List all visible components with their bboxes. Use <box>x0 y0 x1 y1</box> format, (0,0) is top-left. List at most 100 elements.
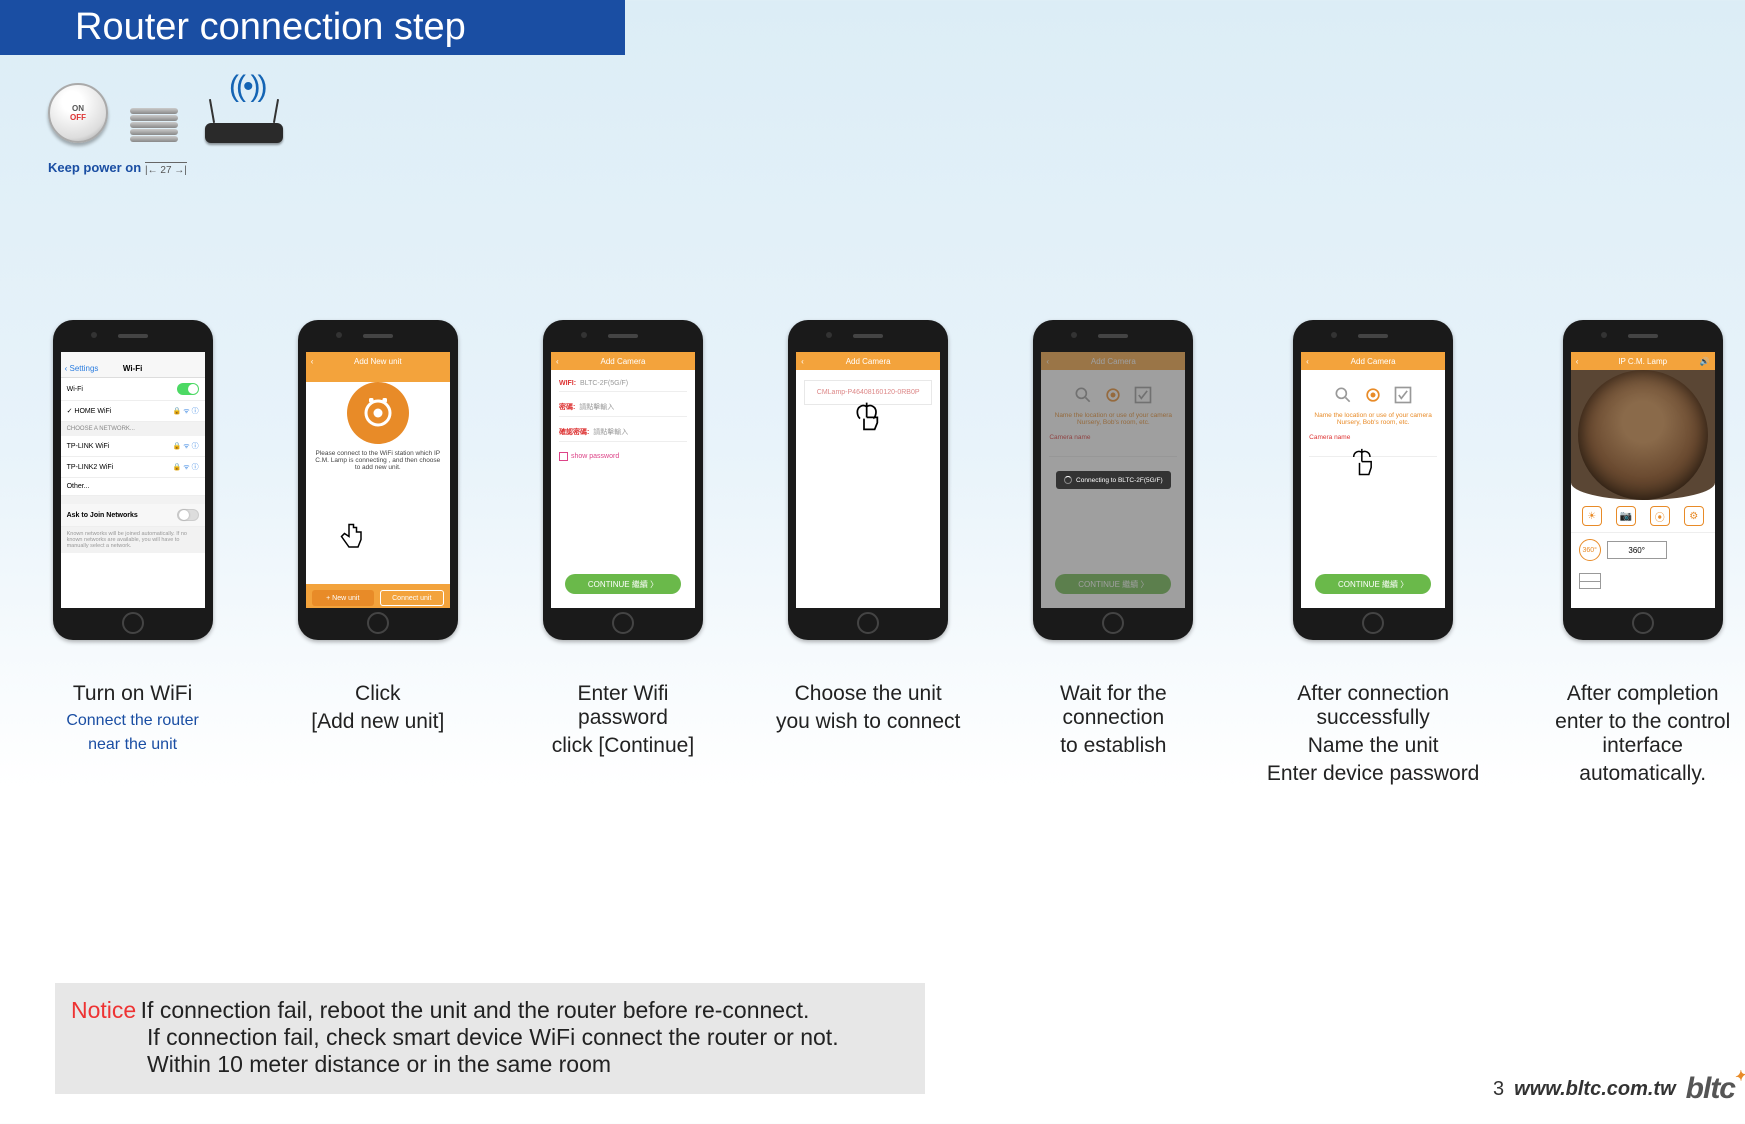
power-switch-icon: ON OFF <box>48 83 108 143</box>
camera-video-view[interactable] <box>1571 370 1715 500</box>
brightness-button[interactable]: ☀ <box>1582 506 1602 526</box>
step-7: ‹IP C.M. Lamp🔊 ☀ 📷 ⦿ ⚙ 360° 360° A <box>1540 320 1745 786</box>
step-3: ‹Add Camera WIFI: BLTC-2F(5G/F) 密碼: 請點擊輸… <box>530 320 715 786</box>
notice-line-2: If connection fail, check smart device W… <box>147 1024 909 1051</box>
step3-caption-2: click [Continue] <box>530 734 715 758</box>
keep-power-label: Keep power on <box>48 160 141 175</box>
bulb-socket-icon <box>126 88 181 143</box>
camera-graphic-icon <box>347 382 409 444</box>
step6-caption-1: After connection successfully <box>1266 682 1480 730</box>
password-field[interactable]: 密碼: 請點擊輸入 <box>551 392 695 416</box>
screen-wifi-settings: ‹ Settings Wi-Fi Wi-Fi ✓ HOME WiFi 🔒 ᯤ ⓘ… <box>61 352 205 608</box>
step4-caption-1: Choose the unit <box>776 682 960 706</box>
screen-wifi-password: ‹Add Camera WIFI: BLTC-2F(5G/F) 密碼: 請點擊輸… <box>551 352 695 608</box>
record-button[interactable]: ⦿ <box>1650 506 1670 526</box>
wifi-option-2[interactable]: TP-LINK2 WiFi🔒 ᯤ ⓘ <box>61 457 205 478</box>
step7-caption-2: enter to the control interface <box>1540 710 1745 758</box>
tap-hand-icon <box>1349 445 1377 483</box>
screen-choose-unit: ‹Add Camera CMLamp-P46408160120-0RB0P <box>796 352 940 608</box>
wifi-name-value: BLTC-2F(5G/F) <box>580 380 628 387</box>
screen-control-interface: ‹ IP C.M. Lamp 🔊 ☀ 📷 ⦿ ⚙ 360° 360° <box>1571 352 1715 608</box>
brand-logo: bltc✦ <box>1686 1072 1735 1106</box>
screen-name-unit: ‹ Add Camera Name the location or use of … <box>1301 352 1445 608</box>
step7-caption-1: After completion <box>1540 682 1745 706</box>
on-label: ON <box>72 104 84 113</box>
footer-url: www.bltc.com.tw <box>1514 1078 1676 1101</box>
wifi-option-1[interactable]: TP-LINK WiFi🔒 ᯤ ⓘ <box>61 436 205 457</box>
step-4: ‹Add Camera CMLamp-P46408160120-0RB0P Ch… <box>776 320 961 786</box>
camera-name-label: Camera name <box>1301 426 1445 443</box>
tap-hand-icon <box>334 520 370 556</box>
spinner-icon <box>1064 476 1072 484</box>
notice-box: Notice If connection fail, reboot the un… <box>55 983 925 1094</box>
step1-caption-2: Connect the router <box>66 712 199 730</box>
step2-caption-2: [Add new unit] <box>311 710 444 734</box>
step5-caption-1: Wait for the connection <box>1021 682 1206 730</box>
screen-title: Add Camera <box>601 357 646 366</box>
confirm-password-field[interactable]: 確認密碼: 請點擊輸入 <box>551 417 695 441</box>
step6-caption-3: Enter device password <box>1266 762 1480 786</box>
wifi-other[interactable]: Other... <box>61 478 205 496</box>
back-link[interactable]: ‹ Settings <box>65 364 99 373</box>
ask-join-toggle[interactable] <box>177 509 199 521</box>
wifi-connected-row[interactable]: ✓ HOME WiFi 🔒 ᯤ ⓘ <box>61 401 205 422</box>
continue-button[interactable]: CONTINUE 繼續 〉 <box>1315 574 1431 594</box>
camera-name-input[interactable] <box>1309 443 1437 457</box>
screen-title: IP C.M. Lamp <box>1618 357 1667 366</box>
unit-option[interactable]: CMLamp-P46408160120-0RB0P <box>804 380 932 405</box>
page-title-bar: Router connection step <box>0 0 625 55</box>
cam-icon <box>1362 384 1384 406</box>
socket-dimension: |← 27 →| <box>145 162 187 176</box>
snapshot-button[interactable]: 📷 <box>1616 506 1636 526</box>
back-icon[interactable]: ‹ <box>1306 357 1309 366</box>
screen-title: Add Camera <box>1351 357 1396 366</box>
page-footer: 3 www.bltc.com.tw bltc✦ <box>1493 1072 1735 1106</box>
steps-row: ‹ Settings Wi-Fi Wi-Fi ✓ HOME WiFi 🔒 ᯤ ⓘ… <box>40 320 1745 786</box>
wifi-toggle[interactable] <box>177 383 199 395</box>
step1-caption-3: near the unit <box>66 736 199 754</box>
notice-label: Notice <box>71 997 136 1023</box>
check-icon <box>1392 384 1414 406</box>
step2-caption-1: Click <box>311 682 444 706</box>
settings-button[interactable]: ⚙ <box>1684 506 1704 526</box>
back-icon[interactable]: ‹ <box>556 357 559 366</box>
notice-line-1: If connection fail, reboot the unit and … <box>141 997 810 1023</box>
name-hint: Name the location or use of your camera … <box>1301 412 1445 426</box>
ask-join-note: Known networks will be joined automatica… <box>61 527 205 553</box>
tap-hand-icon <box>852 399 884 441</box>
step5-caption-2: to establish <box>1021 734 1206 758</box>
step3-caption-1: Enter Wifi password <box>530 682 715 730</box>
choose-network-label: CHOOSE A NETWORK... <box>61 422 205 436</box>
view-360-label[interactable]: 360° <box>1607 541 1667 559</box>
step4-caption-2: you wish to connect <box>776 710 960 734</box>
nav-title: Wi-Fi <box>123 364 142 373</box>
speaker-icon[interactable]: 🔊 <box>1700 357 1710 366</box>
step7-caption-3: automatically. <box>1540 762 1745 786</box>
back-icon[interactable]: ‹ <box>311 357 314 366</box>
ask-join-label: Ask to Join Networks <box>67 512 138 519</box>
back-icon[interactable]: ‹ <box>801 357 804 366</box>
screen-connecting: ‹Add Camera Name the location or use of … <box>1041 352 1185 608</box>
off-label: OFF <box>70 113 86 122</box>
split-view-icon[interactable] <box>1579 573 1601 589</box>
step-6: ‹ Add Camera Name the location or use of … <box>1266 320 1480 786</box>
show-password-checkbox[interactable]: show password <box>559 452 687 461</box>
screen-add-unit: ‹Add New unit Please connect to the WiFi… <box>306 352 450 608</box>
wifi-toggle-label: Wi-Fi <box>67 386 83 393</box>
back-icon[interactable]: ‹ <box>1576 357 1579 366</box>
connect-unit-button[interactable]: Connect unit <box>380 590 444 606</box>
wifi-waves-icon: ((•)) <box>229 70 264 104</box>
step-5: ‹Add Camera Name the location or use of … <box>1021 320 1206 786</box>
view-360-icon[interactable]: 360° <box>1579 539 1601 561</box>
step1-caption-1: Turn on WiFi <box>66 682 199 706</box>
continue-button[interactable]: CONTINUE 繼續 〉 <box>565 574 681 594</box>
notice-line-3: Within 10 meter distance or in the same … <box>147 1051 909 1078</box>
new-unit-button[interactable]: + New unit <box>312 590 374 606</box>
connecting-status: Connecting to BLTC-2F(5G/F) <box>1056 471 1171 489</box>
step6-caption-2: Name the unit <box>1266 734 1480 758</box>
screen-title: Add New unit <box>354 357 402 366</box>
page-number: 3 <box>1493 1078 1504 1101</box>
step-2: ‹Add New unit Please connect to the WiFi… <box>285 320 470 786</box>
connecting-overlay: Connecting to BLTC-2F(5G/F) <box>1041 352 1185 608</box>
hardware-icons: ON OFF ((•)) <box>48 78 289 143</box>
